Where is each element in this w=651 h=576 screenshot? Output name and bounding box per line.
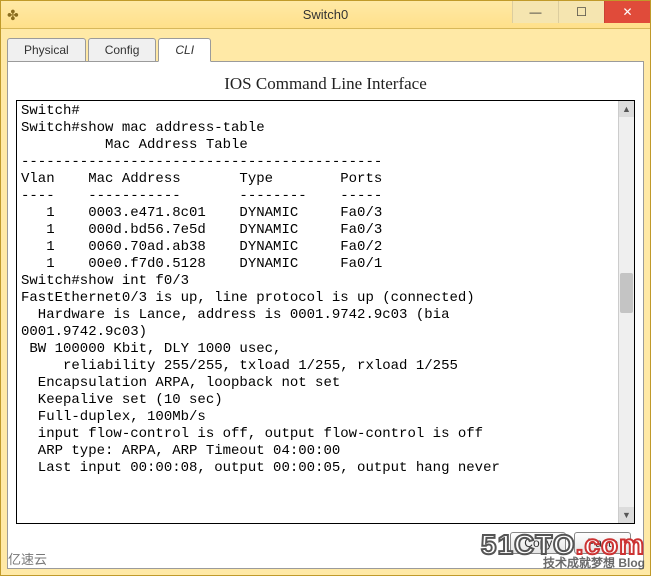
terminal-line: 1 0003.e471.8c01 DYNAMIC Fa0/3 xyxy=(21,205,614,222)
tab-cli[interactable]: CLI xyxy=(158,38,211,62)
app-icon: ✤ xyxy=(7,7,23,23)
terminal-line: 1 00e0.f7d0.5128 DYNAMIC Fa0/1 xyxy=(21,256,614,273)
tab-physical[interactable]: Physical xyxy=(7,38,86,62)
terminal-line: Vlan Mac Address Type Ports xyxy=(21,171,614,188)
terminal-line: Encapsulation ARPA, loopback not set xyxy=(21,375,614,392)
window-controls: — ☐ ✕ xyxy=(512,1,650,23)
paste-button[interactable]: Paste xyxy=(574,532,631,554)
terminal-line: ---- ----------- -------- ----- xyxy=(21,188,614,205)
scrollbar[interactable]: ▲ ▼ xyxy=(618,101,634,523)
terminal-line: Last input 00:00:08, output 00:00:05, ou… xyxy=(21,460,614,477)
tab-config[interactable]: Config xyxy=(88,38,157,62)
terminal-line: input flow-control is off, output flow-c… xyxy=(21,426,614,443)
terminal-line: Switch#show int f0/3 xyxy=(21,273,614,290)
terminal-line: BW 100000 Kbit, DLY 1000 usec, xyxy=(21,341,614,358)
close-button[interactable]: ✕ xyxy=(604,1,650,23)
tab-content: IOS Command Line Interface Switch#Switch… xyxy=(7,61,644,569)
titlebar[interactable]: ✤ Switch0 — ☐ ✕ xyxy=(1,1,650,29)
app-window: ✤ Switch0 — ☐ ✕ Physical Config CLI IOS … xyxy=(0,0,651,576)
terminal-line: ARP type: ARPA, ARP Timeout 04:00:00 xyxy=(21,443,614,460)
terminal-line: 1 000d.bd56.7e5d DYNAMIC Fa0/3 xyxy=(21,222,614,239)
terminal-line: Keepalive set (10 sec) xyxy=(21,392,614,409)
terminal-line: FastEthernet0/3 is up, line protocol is … xyxy=(21,290,614,307)
minimize-button[interactable]: — xyxy=(512,1,558,23)
terminal-line: Switch#show mac address-table xyxy=(21,120,614,137)
terminal-line: 0001.9742.9c03) xyxy=(21,324,614,341)
corner-label: 亿速云 xyxy=(8,549,47,568)
terminal-line: ----------------------------------------… xyxy=(21,154,614,171)
terminal-line: Switch# xyxy=(21,103,614,120)
button-bar: Copy Paste xyxy=(16,532,635,568)
scroll-track[interactable] xyxy=(619,117,634,507)
maximize-button[interactable]: ☐ xyxy=(558,1,604,23)
page-title: IOS Command Line Interface xyxy=(16,74,635,94)
copy-button[interactable]: Copy xyxy=(510,532,566,554)
scroll-thumb[interactable] xyxy=(620,273,633,313)
terminal-line: Hardware is Lance, address is 0001.9742.… xyxy=(21,307,614,324)
tab-bar: Physical Config CLI xyxy=(1,29,650,61)
scroll-up-button[interactable]: ▲ xyxy=(619,101,634,117)
scroll-down-button[interactable]: ▼ xyxy=(619,507,634,523)
terminal-line: 1 0060.70ad.ab38 DYNAMIC Fa0/2 xyxy=(21,239,614,256)
terminal-line: Full-duplex, 100Mb/s xyxy=(21,409,614,426)
cli-terminal[interactable]: Switch#Switch#show mac address-table Mac… xyxy=(17,101,618,523)
terminal-line: reliability 255/255, txload 1/255, rxloa… xyxy=(21,358,614,375)
terminal-line: Mac Address Table xyxy=(21,137,614,154)
terminal-container: Switch#Switch#show mac address-table Mac… xyxy=(16,100,635,524)
